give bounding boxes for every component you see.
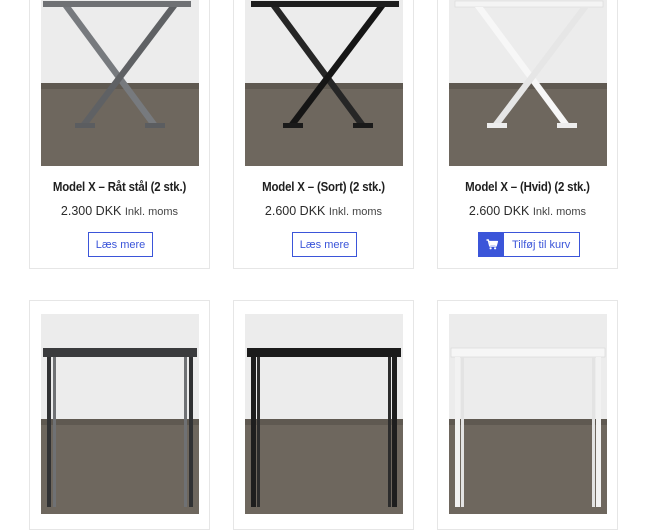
price-amount: 2.600 DKK <box>468 204 530 218</box>
product-image-black-frame[interactable] <box>245 314 403 514</box>
product-image-white-frame[interactable] <box>449 314 607 514</box>
read-more-button[interactable]: Læs mere <box>292 232 357 257</box>
product-card[interactable] <box>437 300 618 530</box>
price-vat-note: Inkl. moms <box>328 206 383 218</box>
cart-icon <box>479 233 504 256</box>
read-more-button[interactable]: Læs mere <box>88 232 153 257</box>
add-to-cart-label: Tilføj til kurv <box>512 238 571 251</box>
product-card-white[interactable]: Model X – (Hvid) (2 stk.) 2.600 DKK Inkl… <box>437 0 618 269</box>
product-price: 2.600 DKK Inkl. moms <box>438 204 617 218</box>
product-image-raw-steel-frame[interactable] <box>41 314 199 514</box>
product-card-raw-steel[interactable]: Model X – Råt stål (2 stk.) 2.300 DKK In… <box>29 0 210 269</box>
add-to-cart-button[interactable]: Tilføj til kurv <box>478 232 580 257</box>
product-card[interactable] <box>29 300 210 530</box>
price-vat-note: Inkl. moms <box>124 206 179 218</box>
product-title[interactable]: Model X – Råt stål (2 stk.) <box>41 179 199 194</box>
product-card[interactable] <box>233 300 414 530</box>
product-image-black[interactable] <box>245 0 403 166</box>
price-vat-note: Inkl. moms <box>532 206 587 218</box>
product-image-white[interactable] <box>449 0 607 166</box>
product-price: 2.300 DKK Inkl. moms <box>30 204 209 218</box>
product-card-black[interactable]: Model X – (Sort) (2 stk.) 2.600 DKK Inkl… <box>233 0 414 269</box>
product-price: 2.600 DKK Inkl. moms <box>234 204 413 218</box>
product-title[interactable]: Model X – (Sort) (2 stk.) <box>245 179 403 194</box>
price-amount: 2.300 DKK <box>60 204 122 218</box>
price-amount: 2.600 DKK <box>264 204 326 218</box>
product-image-raw-steel[interactable] <box>41 0 199 166</box>
product-title[interactable]: Model X – (Hvid) (2 stk.) <box>449 179 607 194</box>
